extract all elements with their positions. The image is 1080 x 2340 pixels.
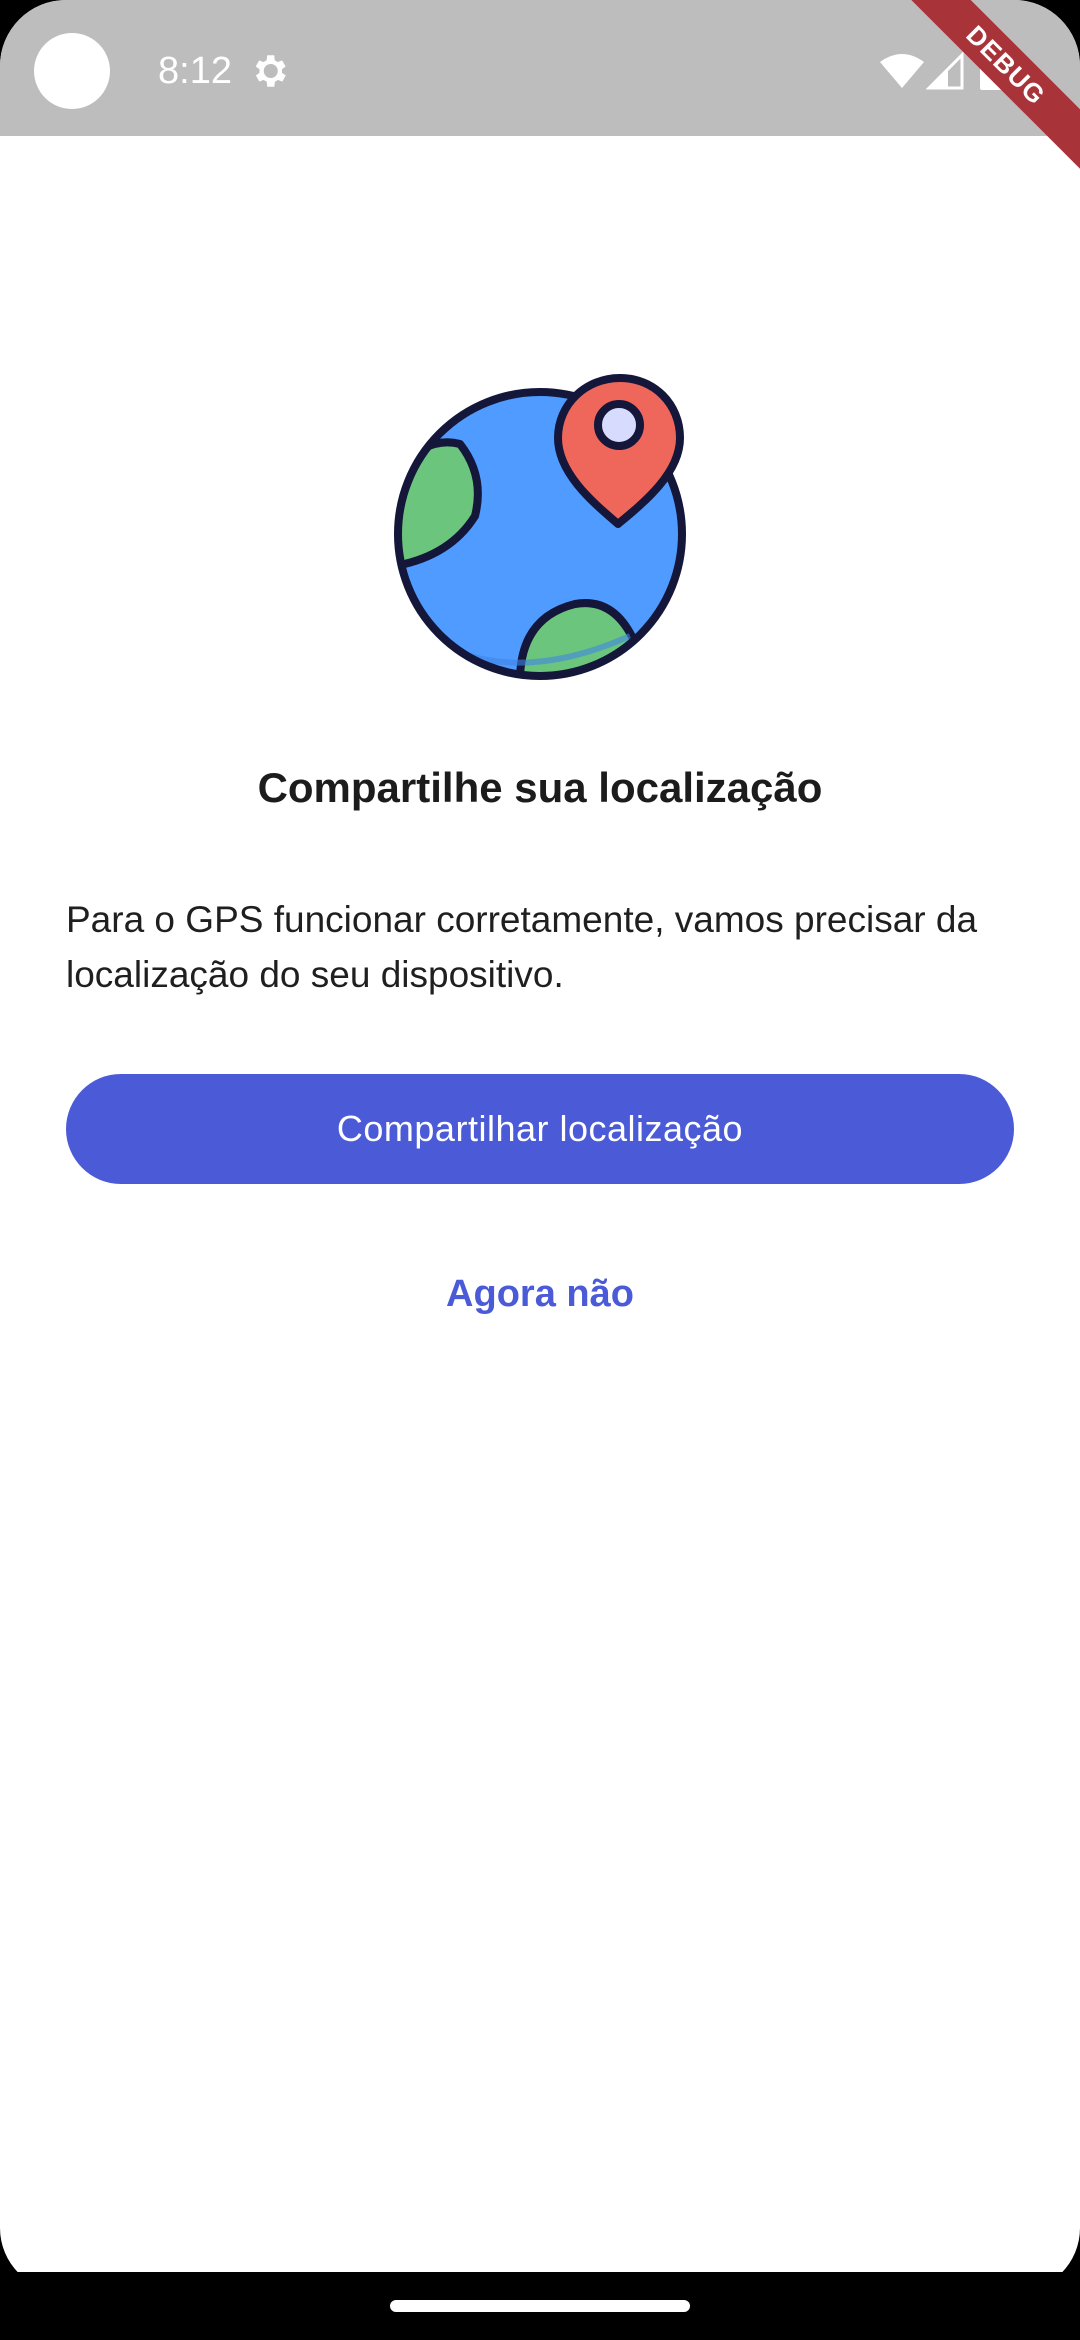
not-now-button[interactable]: Agora não: [0, 1266, 1080, 1322]
status-time: 8:12: [158, 50, 232, 92]
globe-location-pin-icon: [394, 374, 686, 680]
status-bar: 8:12: [0, 0, 1080, 136]
signal-icon: [926, 52, 964, 90]
share-location-button[interactable]: Compartilhar localização: [66, 1074, 1014, 1184]
home-handle[interactable]: [390, 2300, 690, 2312]
wifi-icon: [880, 54, 924, 88]
page-title: Compartilhe sua localização: [257, 764, 823, 811]
settings-icon: [255, 55, 286, 87]
camera-cutout: [34, 33, 110, 109]
app-screen: 8:12 DEBUG Compartilhe sua localização P…: [0, 0, 1080, 2340]
description-text: Para o GPS funcionar corretamente, vamos…: [66, 899, 978, 995]
